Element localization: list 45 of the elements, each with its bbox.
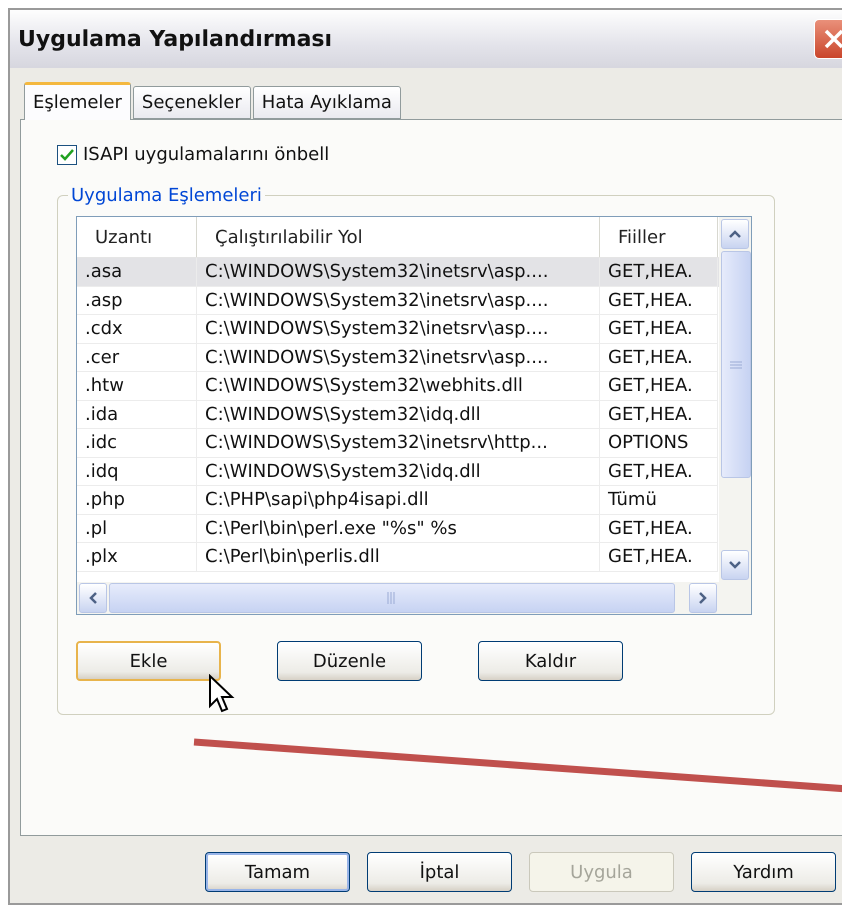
table-row[interactable]: .pl C:\Perl\bin\perl.exe "%s" %s GET,HEA. <box>77 514 719 543</box>
table-row[interactable]: .php C:\PHP\sapi\php4isapi.dll Tümü <box>77 486 719 514</box>
table-row[interactable]: .asa C:\WINDOWS\System32\inetsrv\asp.... GET,HEA. <box>77 258 719 286</box>
column-header[interactable]: Uzantı <box>77 217 197 257</box>
scroll-up-button[interactable] <box>721 219 749 249</box>
grip-icon <box>387 592 397 604</box>
table-cell: GET,HEA. <box>600 543 718 572</box>
scroll-thumb[interactable] <box>721 251 751 478</box>
dialog-button[interactable]: İptal <box>367 852 512 892</box>
close-icon <box>823 28 842 50</box>
group-title: Uygulama Eşlemeleri <box>70 185 263 206</box>
checkbox[interactable] <box>57 144 77 164</box>
scroll-down-button[interactable] <box>721 550 749 580</box>
table-cell: C:\Perl\bin\perlis.dll <box>197 543 600 572</box>
pointer-icon <box>208 674 236 714</box>
table-row[interactable]: .ida C:\WINDOWS\System32\idq.dll GET,HEA. <box>77 400 719 429</box>
close-button[interactable] <box>814 19 842 59</box>
table-row[interactable]: .plx C:\Perl\bin\perlis.dll GET,HEA. <box>77 543 719 572</box>
dialog-button[interactable]: Yardım <box>691 852 836 892</box>
list-button[interactable]: Düzenle <box>277 641 422 681</box>
tab[interactable]: Eşlemeler <box>24 82 131 120</box>
dialog-button[interactable]: Tamam <box>205 852 350 892</box>
chevron-left-icon <box>88 591 98 605</box>
list-button[interactable]: Kaldır <box>478 641 623 681</box>
chevron-down-icon <box>728 560 742 570</box>
list-button[interactable]: Ekle <box>76 641 221 681</box>
table-row[interactable]: .idq C:\WINDOWS\System32\idq.dll GET,HEA. <box>77 458 719 486</box>
window-title: Uygulama Yapılandırması <box>18 26 332 52</box>
column-header[interactable]: Fiiller <box>600 217 718 257</box>
scroll-right-button[interactable] <box>689 583 717 613</box>
grip-icon <box>730 360 742 368</box>
chevron-right-icon <box>698 591 708 605</box>
column-header[interactable]: Çalıştırılabilir Yol <box>197 217 600 257</box>
table-row[interactable]: .htw C:\WINDOWS\System32\webhits.dll GET,HEA. <box>77 372 719 400</box>
scroll-thumb[interactable] <box>109 583 675 613</box>
table-row[interactable]: .idc C:\WINDOWS\System32\inetsrv\http... OPTIONS <box>77 429 719 458</box>
tab[interactable]: Seçenekler <box>132 86 251 119</box>
checkbox-label: ISAPI uygulamalarını önbell <box>83 144 330 165</box>
table-row[interactable]: .cer C:\WINDOWS\System32\inetsrv\asp.... GET,HEA. <box>77 344 719 372</box>
chevron-up-icon <box>728 229 742 239</box>
scroll-left-button[interactable] <box>79 583 107 613</box>
table-cell: .plx <box>77 543 197 572</box>
table-row[interactable]: .cdx C:\WINDOWS\System32\inetsrv\asp.... GET,HEA. <box>77 315 719 344</box>
tab[interactable]: Hata Ayıklama <box>252 86 401 119</box>
table-row[interactable]: .asp C:\WINDOWS\System32\inetsrv\asp.... GET,HEA. <box>77 286 719 315</box>
